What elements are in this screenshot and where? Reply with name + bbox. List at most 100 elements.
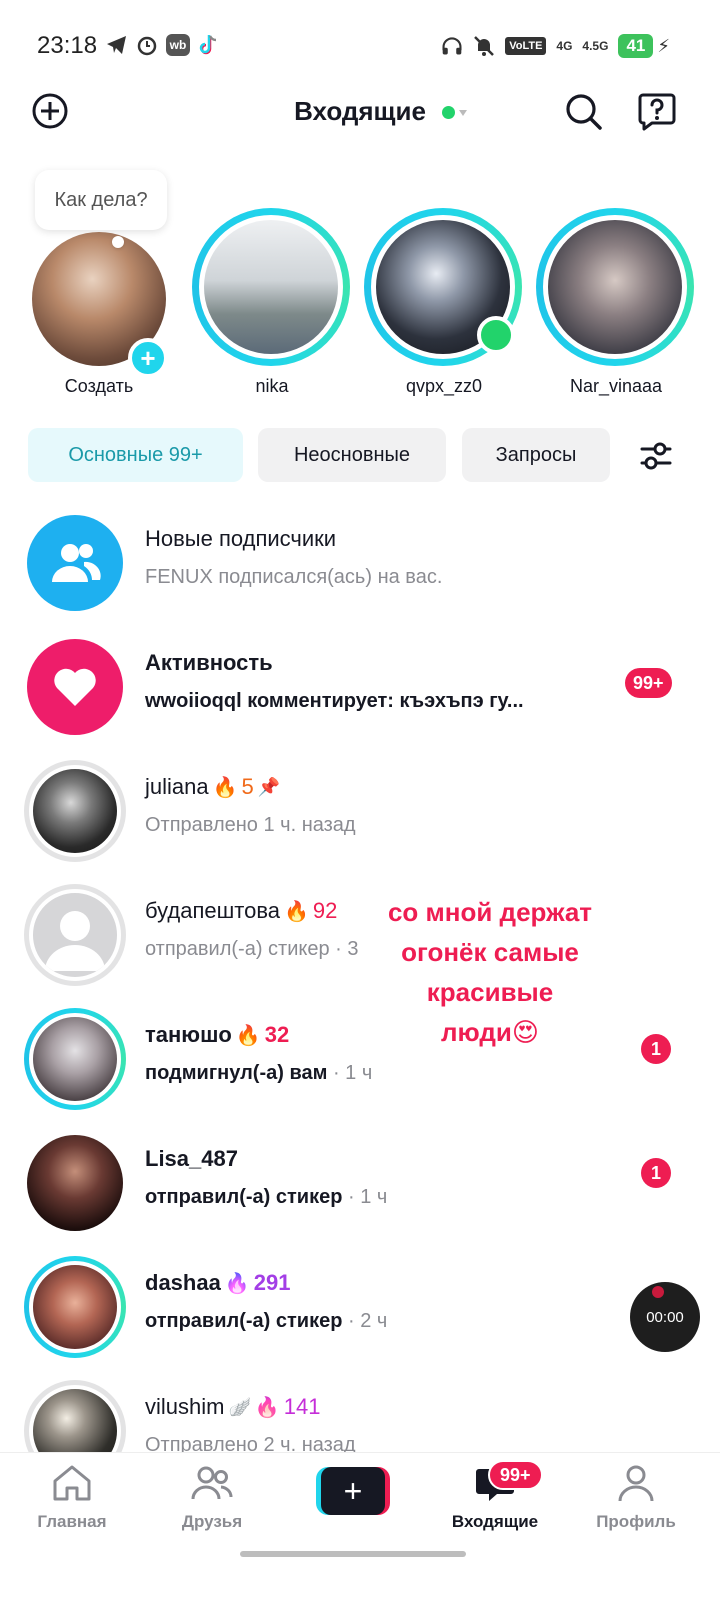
bell-off-icon (473, 35, 495, 57)
last-message: отправил(-а) стикер (145, 1186, 343, 1208)
heart-icon (54, 668, 96, 706)
tab-secondary[interactable]: Неосновные (258, 428, 446, 482)
inbox-header: Входящие (0, 88, 720, 138)
online-dot-icon (441, 106, 455, 119)
purple-fire-icon: 🔥 (224, 1272, 250, 1295)
story-name: nika (255, 376, 289, 396)
people-icon (52, 544, 101, 582)
plus-icon: + (321, 1467, 385, 1515)
friends-icon (191, 1466, 233, 1500)
message-time: · 3 (335, 938, 359, 960)
conversation-subtitle: wwoiioqql комментирует: къэхъпэ гу... (145, 690, 524, 712)
streak-count: 5 (241, 774, 254, 799)
create-button[interactable]: + (316, 1467, 390, 1515)
list-item-juliana[interactable]: juliana 🔥 5 📌 Отправлено 1 ч. назад (0, 748, 720, 872)
nav-label: Профиль (596, 1512, 676, 1531)
nav-home[interactable]: Главная (12, 1463, 132, 1532)
avatar (24, 1132, 126, 1234)
followers-badge (27, 515, 123, 611)
contact-name: vilushim (145, 1394, 225, 1419)
caption-line: со мной держат (387, 897, 593, 927)
home-icon (53, 1465, 91, 1501)
search-icon (566, 94, 602, 130)
avatar-image (29, 1261, 121, 1353)
story-qvpx-zz0[interactable]: qvpx_zz0 (364, 208, 524, 398)
conversation-subtitle: подмигнул(-а) вам · 1 ч (145, 1062, 372, 1085)
nav-label: Друзья (181, 1512, 243, 1531)
fire-icon: 🔥 (235, 1024, 261, 1047)
nav-label: Входящие (451, 1512, 539, 1531)
wing-icon: 🪽 (228, 1396, 251, 1417)
recording-timer[interactable]: 00:00 (630, 1282, 700, 1352)
list-item-new-followers[interactable]: Новые подписчики FENUX подписался(ась) н… (0, 500, 720, 624)
list-item-dashaa[interactable]: dashaa 🔥 291 отправил(-а) стикер · 2 ч (0, 1244, 720, 1368)
search-button[interactable] (564, 92, 604, 137)
nav-label: Главная (37, 1512, 107, 1531)
list-item-budapeshtova[interactable]: будапештова 🔥 92 отправил(-а) стикер · 3 (0, 872, 720, 996)
home-indicator[interactable] (240, 1551, 466, 1557)
avatar (24, 884, 126, 986)
story-name: qvpx_zz0 (405, 376, 483, 396)
conversation-title: vilushim 🪽 🔥 141 (145, 1394, 321, 1420)
streak-count: 141 (283, 1394, 321, 1419)
avatar (24, 1008, 126, 1110)
help-chat-icon (638, 93, 676, 131)
avatar (24, 512, 126, 614)
avatar-image (29, 765, 121, 857)
online-status-indicator[interactable] (441, 106, 468, 120)
pink-fire-icon: 🔥 (254, 1396, 280, 1419)
tab-requests[interactable]: Запросы (462, 428, 610, 482)
unread-badge: 1 (641, 1034, 671, 1064)
story-name: Создать (64, 376, 134, 396)
avatar-image (27, 1135, 123, 1231)
help-button[interactable] (638, 92, 676, 137)
list-item-lisa-487[interactable]: Lisa_487 отправил(-а) стикер · 1 ч 1 (0, 1120, 720, 1244)
avatar (24, 1256, 126, 1358)
story-name: Nar_vinaaa (569, 376, 663, 396)
alarm-icon (136, 34, 158, 56)
message-time: · 1 ч (348, 1186, 388, 1208)
status-right-icons: VoLTE 4G 4.5G 41 ⚡ (441, 34, 670, 58)
avatar (24, 760, 126, 862)
list-item-activity[interactable]: Активность wwoiioqql комментирует: къэхъ… (0, 624, 720, 748)
list-item-tanusho[interactable]: танюшо 🔥 32 подмигнул(-а) вам · 1 ч 1 (0, 996, 720, 1120)
pin-icon: 📌 (257, 776, 281, 797)
conversation-subtitle: отправил(-а) стикер · 3 (145, 938, 359, 961)
page-title-container: Входящие (0, 96, 720, 127)
inbox-tabs: Основные 99+ Неосновные Запросы (28, 428, 688, 482)
story-avatar (548, 220, 682, 354)
conversation-title: будапештова 🔥 92 (145, 898, 337, 924)
conversation-title: танюшо 🔥 32 (145, 1022, 289, 1048)
caption-line: красивые (426, 977, 554, 1007)
overlay-caption: со мной держат огонёк самые красивые люд… (372, 892, 608, 1052)
stories-row: Как дела? + Создать nika qvpx_zz0 Nar_vi… (0, 170, 720, 400)
status-note-bubble[interactable]: Как дела? (35, 170, 167, 230)
story-nar-vinaaa[interactable]: Nar_vinaaa (536, 208, 696, 398)
last-message: подмигнул(-а) вам (145, 1062, 328, 1084)
story-nika[interactable]: nika (192, 208, 352, 398)
nav-profile[interactable]: Профиль (576, 1463, 696, 1532)
avatar-image (29, 1013, 121, 1105)
tab-main[interactable]: Основные 99+ (28, 428, 243, 482)
conversation-title: juliana 🔥 5 📌 (145, 774, 280, 800)
headphones-icon (441, 35, 463, 57)
unread-badge: 99+ (625, 668, 672, 698)
last-message: отправил(-а) стикер (145, 1310, 343, 1332)
streak-count: 291 (253, 1270, 291, 1295)
status-toggle[interactable]: Входящие (294, 96, 467, 127)
story-ring (192, 208, 350, 366)
filter-sliders-icon (640, 442, 672, 470)
status-time: 23:18 (37, 32, 98, 59)
add-story-plus-icon[interactable]: + (128, 338, 168, 378)
conversation-title: Новые подписчики (145, 526, 337, 551)
status-bar: 23:18 wb VoLTE 4G 4.5G 41 ⚡ (0, 0, 720, 92)
conversation-subtitle: отправил(-а) стикер · 1 ч (145, 1186, 387, 1209)
story-create[interactable]: + Создать (0, 208, 168, 398)
status-left-icons: wb (106, 34, 220, 56)
filter-button[interactable] (638, 438, 674, 474)
nav-friends[interactable]: Друзья (152, 1463, 272, 1532)
bubble-tail (112, 236, 124, 248)
bottom-nav: Главная Друзья + Входящие Профиль (0, 1452, 720, 1600)
conversation-title: Активность (145, 650, 273, 675)
record-dot-icon (652, 1286, 664, 1298)
